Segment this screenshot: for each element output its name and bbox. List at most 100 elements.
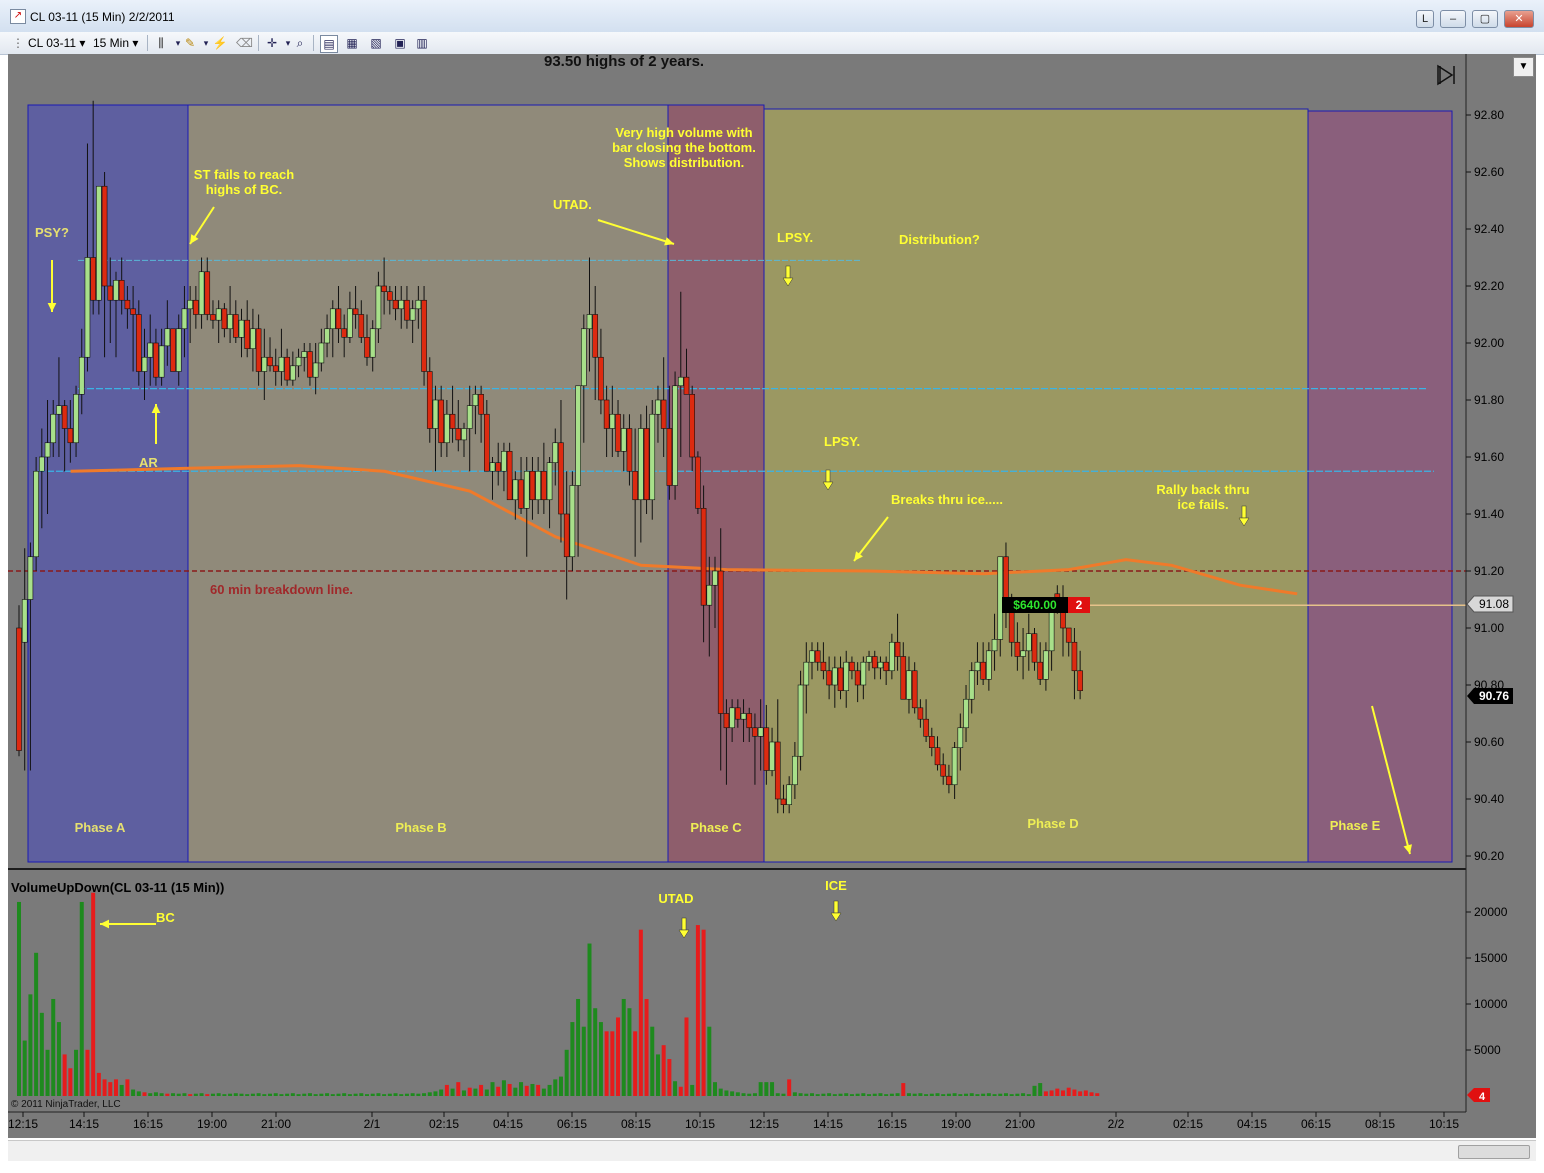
maximize-button[interactable]: ▢: [1472, 10, 1498, 28]
time-tick-label: 06:15: [557, 1117, 587, 1131]
price-tick-label: 91.80: [1474, 393, 1504, 407]
volume-bar: [787, 1079, 792, 1096]
volume-bar: [216, 1093, 221, 1096]
minimize-button[interactable]: –: [1440, 10, 1466, 28]
candle-body: [153, 342, 159, 378]
volume-bar: [148, 1093, 153, 1096]
instrument-selector[interactable]: CL 03-11 ▾: [28, 35, 85, 51]
volume-bar: [1078, 1091, 1083, 1096]
candle-body: [392, 299, 399, 310]
wand-icon[interactable]: ⚡: [212, 35, 228, 51]
candle-body: [261, 356, 268, 372]
volume-bar: [901, 1083, 906, 1096]
volume-bar: [809, 1093, 814, 1096]
volume-bar: [593, 1008, 598, 1096]
candle-body: [335, 308, 342, 330]
volume-bar: [370, 1093, 375, 1096]
candle-body: [1043, 650, 1049, 680]
horizontal-scrollbar[interactable]: [8, 1140, 1536, 1161]
candle-body: [518, 479, 524, 509]
volume-bar: [764, 1082, 769, 1096]
eraser-icon[interactable]: ⌫: [236, 35, 253, 51]
candle-body: [318, 342, 325, 364]
link-button[interactable]: L: [1416, 10, 1434, 28]
candle-body: [290, 365, 296, 381]
volume-bar: [587, 943, 592, 1096]
properties-icon[interactable]: ▥: [414, 35, 430, 51]
volume-bar: [730, 1091, 735, 1096]
candle-body: [843, 661, 850, 692]
volume-bar: [1003, 1093, 1008, 1096]
volume-bar: [861, 1093, 866, 1096]
candle-body: [643, 428, 650, 501]
time-tick-label: 08:15: [621, 1117, 651, 1131]
interval-selector[interactable]: 15 Min ▾: [93, 35, 138, 51]
indicators-icon[interactable]: ▦: [344, 35, 360, 51]
volume-bar: [576, 998, 581, 1096]
close-button[interactable]: ✕: [1504, 10, 1534, 28]
candle-body: [940, 764, 947, 777]
candle-body: [934, 747, 941, 766]
indicator-title: VolumeUpDown(CL 03-11 (15 Min)): [11, 880, 224, 895]
time-tick-label: 16:15: [877, 1117, 907, 1131]
candle-body: [666, 428, 673, 486]
snapshot-icon[interactable]: ▣: [392, 35, 408, 51]
chart-menu-dropdown[interactable]: ▼: [1513, 57, 1534, 77]
candle-body: [369, 328, 376, 358]
data-box-icon[interactable]: ▤: [320, 35, 338, 53]
distribution-label: Distribution?: [899, 232, 980, 247]
candle-body: [814, 650, 821, 663]
volume-bar: [1038, 1083, 1043, 1096]
lpsy-arrow-1: [785, 265, 791, 279]
crosshair-icon[interactable]: ✛: [264, 35, 280, 51]
utad-volume-arrow: [681, 917, 687, 931]
volume-bar: [279, 1094, 284, 1096]
candle-body: [603, 399, 610, 429]
candle-body: [466, 405, 473, 429]
candle-body: [826, 670, 832, 686]
candle-body: [1077, 670, 1083, 692]
volume-bar: [256, 1093, 261, 1096]
candle-body: [763, 727, 770, 771]
candle-body: [130, 308, 136, 315]
volume-bar: [382, 1094, 387, 1096]
volume-bar: [690, 1084, 695, 1096]
volume-bar: [433, 1091, 438, 1096]
volume-bar: [986, 1093, 991, 1096]
volume-bar: [935, 1093, 940, 1096]
zoom-icon[interactable]: ⌕: [292, 35, 308, 51]
bar-type-icon[interactable]: ⫼: [153, 35, 169, 51]
phase-e-label: Phase E: [1330, 818, 1381, 833]
volume-tick-label: 15000: [1474, 951, 1508, 965]
candle-body: [426, 371, 433, 429]
drawing-tool-icon[interactable]: ✎: [182, 35, 198, 51]
volume-tick-label: 20000: [1474, 905, 1508, 919]
candle-body: [215, 308, 222, 321]
volume-bar: [655, 1054, 660, 1096]
candle-body: [244, 319, 250, 350]
volume-bar: [1009, 1094, 1014, 1096]
volume-bar: [958, 1094, 963, 1096]
candle-body: [78, 356, 85, 395]
volume-bar: [39, 1012, 44, 1096]
volume-bar: [444, 1084, 449, 1096]
volume-bar: [125, 1079, 130, 1096]
volume-bar: [56, 1022, 61, 1096]
strategies-icon[interactable]: ▧: [368, 35, 384, 51]
scrollbar-thumb[interactable]: [1458, 1145, 1530, 1159]
candle-body: [438, 399, 444, 444]
chart-panel[interactable]: 92.80 92.60 92.40 92.20 92.00 91.80 91.60 91.40…: [8, 54, 1536, 1138]
position-marker[interactable]: $640.00 2: [1002, 597, 1090, 613]
candle-body: [227, 314, 233, 330]
candle-body: [911, 670, 918, 709]
candle-body: [147, 342, 154, 358]
volume-bar: [131, 1089, 136, 1096]
volume-bar: [233, 1093, 238, 1096]
candle-body: [421, 299, 427, 372]
volume-bar: [718, 1088, 723, 1096]
volume-bar: [849, 1094, 854, 1096]
volume-bar: [307, 1093, 312, 1096]
candle-body: [1065, 627, 1072, 643]
volume-bar: [108, 1082, 113, 1096]
candle-body: [398, 299, 405, 310]
